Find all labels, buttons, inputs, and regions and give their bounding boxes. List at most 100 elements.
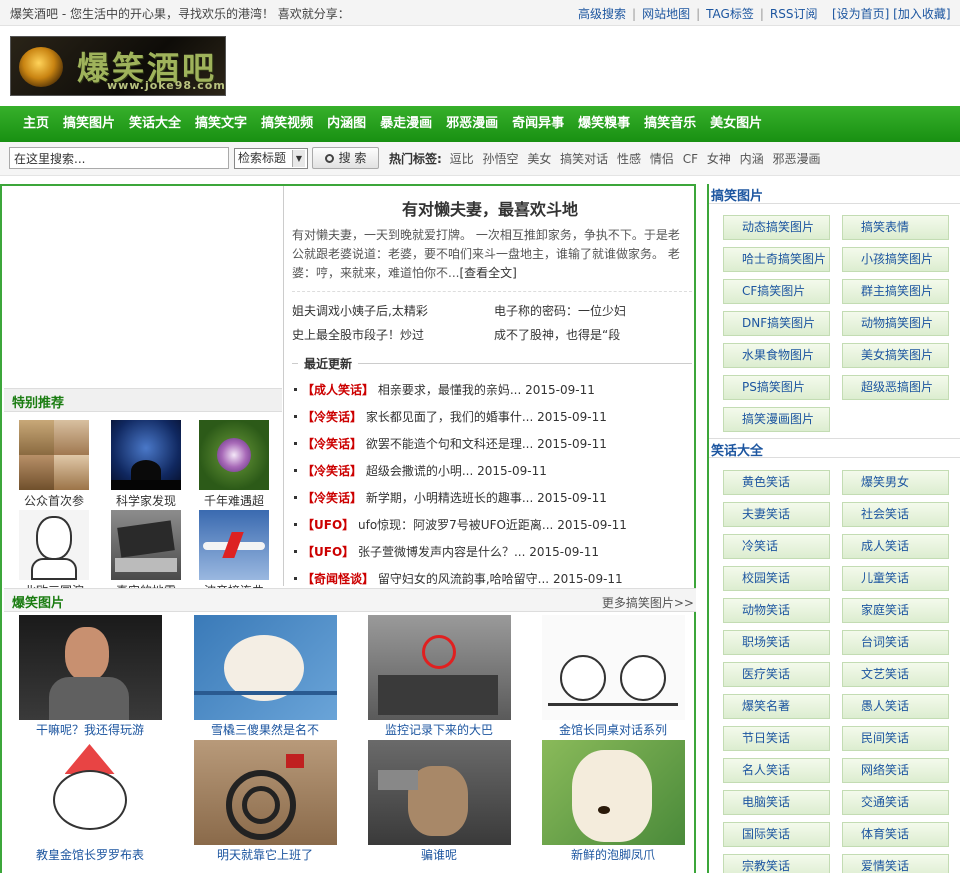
list-item[interactable]: 【成人笑话】 相亲要求，最懂我的亲妈... 2015-09-11	[294, 381, 595, 398]
sidebar-category-link[interactable]: 动态搞笑图片	[723, 215, 830, 240]
hot-tag[interactable]: 美女	[527, 152, 551, 166]
list-item-title: 张子萱微博发声内容是什么？...	[357, 545, 526, 559]
sidebar-category-link[interactable]: 家庭笑话	[842, 598, 949, 623]
funny-pic-item[interactable]: 教皇金馆长罗罗布表	[5, 740, 175, 863]
nav-item-embarrassing[interactable]: 爆笑糗事	[571, 106, 637, 142]
featured-thumb[interactable]: 公众首次参	[14, 420, 94, 509]
nav-item-oddities[interactable]: 奇闻异事	[505, 106, 571, 142]
joke-link[interactable]: 史上最全股市段子！炒过	[292, 326, 424, 343]
sidebar-category-link[interactable]: 动物搞笑图片	[842, 311, 949, 336]
feature-article-title[interactable]: 有对懒夫妻，最喜欢斗地	[292, 196, 688, 220]
list-item[interactable]: 【奇闻怪谈】 留守妇女的风流韵事,哈哈留守... 2015-09-11	[294, 570, 623, 587]
hot-tag[interactable]: 性感	[617, 152, 641, 166]
sidebar-category-link[interactable]: 名人笑话	[723, 758, 830, 783]
sidebar-category-link[interactable]: 节日笑话	[723, 726, 830, 751]
sidebar-category-link[interactable]: 超级恶搞图片	[842, 375, 949, 400]
funny-pic-item[interactable]: 新鲜的泡脚凤爪	[528, 740, 698, 863]
sidebar-category-link[interactable]: 美女搞笑图片	[842, 343, 949, 368]
hot-tag[interactable]: CF	[683, 152, 698, 166]
sidebar-category-link[interactable]: 成人笑话	[842, 534, 949, 559]
sidebar-category-link[interactable]: 职场笑话	[723, 630, 830, 655]
sidebar-category-link[interactable]: 群主搞笑图片	[842, 279, 949, 304]
sidebar-category-link[interactable]: 动物笑话	[723, 598, 830, 623]
sidebar-category-link[interactable]: 黄色笑话	[723, 470, 830, 495]
sidebar-category-link[interactable]: 台词笑话	[842, 630, 949, 655]
funny-pic-item[interactable]: 监控记录下来的大巴	[354, 615, 524, 738]
sidebar-category-link[interactable]: 网络笑话	[842, 758, 949, 783]
sidebar-category-link[interactable]: 水果食物图片	[723, 343, 830, 368]
nav-item-beauty[interactable]: 美女图片	[703, 106, 769, 142]
sidebar-category-link[interactable]: 哈士奇搞笑图片	[723, 247, 830, 272]
hot-tag[interactable]: 搞笑对话	[560, 152, 608, 166]
joke-link[interactable]: 姐夫调戏小姨子后,太精彩	[292, 302, 428, 319]
nav-item-rage-comics[interactable]: 暴走漫画	[373, 106, 439, 142]
funny-pic-item[interactable]: 金馆长同桌对话系列	[528, 615, 698, 738]
featured-thumb[interactable]: 千年难遇超	[194, 420, 274, 509]
tag-link[interactable]: TAG标签	[706, 7, 754, 21]
sidebar-category-link[interactable]: 社会笑话	[842, 502, 949, 527]
funny-pic-item[interactable]: 骗谁呢	[354, 740, 524, 863]
list-item[interactable]: 【冷笑话】 超级会撒谎的小明... 2015-09-11	[294, 462, 547, 479]
sidebar-category-link[interactable]: 冷笑话	[723, 534, 830, 559]
read-more-link[interactable]: [查看全文]	[459, 266, 516, 280]
hot-tag[interactable]: 逗比	[450, 152, 474, 166]
nav-item-funny-text[interactable]: 搞笑文字	[188, 106, 254, 142]
hot-tag[interactable]: 邪恶漫画	[773, 152, 821, 166]
sidebar-category-link[interactable]: 愚人笑话	[842, 694, 949, 719]
hot-tag[interactable]: 女神	[707, 152, 731, 166]
funny-pic-item[interactable]: 干嘛呢？我还得玩游	[5, 615, 175, 738]
home-fav-links[interactable]: [设为首页] [加入收藏]	[832, 5, 951, 22]
sidebar-category-link[interactable]: 体育笑话	[842, 822, 949, 847]
sidebar-category-link[interactable]: 电脑笑话	[723, 790, 830, 815]
hot-tag[interactable]: 情侣	[650, 152, 674, 166]
featured-thumb[interactable]: 北欧三国演	[14, 510, 94, 599]
list-item[interactable]: 【冷笑话】 新学期，小明精选班长的趣事... 2015-09-11	[294, 489, 607, 506]
search-scope-select[interactable]: 检索标题 ▼	[234, 148, 308, 169]
nav-item-neihan[interactable]: 内涵图	[320, 106, 373, 142]
sidebar-category-link[interactable]: 交通笑话	[842, 790, 949, 815]
list-item[interactable]: 【冷笑话】 欲罢不能造个句和文科还是理... 2015-09-11	[294, 435, 607, 452]
list-item[interactable]: 【UFO】 ufo惊现：阿波罗7号被UFO近距离... 2015-09-11	[294, 516, 627, 533]
nav-item-funny-pics[interactable]: 搞笑图片	[56, 106, 122, 142]
hot-tag[interactable]: 孙悟空	[482, 152, 518, 166]
sidebar-category-link[interactable]: 儿童笑话	[842, 566, 949, 591]
sidebar-category-link[interactable]: 宗教笑话	[723, 854, 830, 873]
sidebar-category-link[interactable]: 爆笑男女	[842, 470, 949, 495]
nav-item-music[interactable]: 搞笑音乐	[637, 106, 703, 142]
sidebar-category-link[interactable]: 国际笑话	[723, 822, 830, 847]
search-button[interactable]: 搜 索	[312, 147, 379, 169]
featured-thumb[interactable]: 波音接连曲	[194, 510, 274, 599]
sidebar-category-link[interactable]: DNF搞笑图片	[723, 311, 830, 336]
more-funny-pics-link[interactable]: 更多搞笑图片>>	[602, 594, 694, 611]
advanced-search-link[interactable]: 高级搜索	[578, 7, 626, 21]
joke-link[interactable]: 电子称的密码：一位少妇	[494, 302, 626, 319]
sidebar-category-link[interactable]: 文艺笑话	[842, 662, 949, 687]
sidebar-category-link[interactable]: 夫妻笑话	[723, 502, 830, 527]
hot-tag[interactable]: 内涵	[740, 152, 764, 166]
sidebar-category-link[interactable]: CF搞笑图片	[723, 279, 830, 304]
site-logo[interactable]: 爆笑酒吧 www.joke98.com	[10, 36, 226, 96]
sidebar-category-link[interactable]: PS搞笑图片	[723, 375, 830, 400]
sidebar-category-link[interactable]: 医疗笑话	[723, 662, 830, 687]
list-item[interactable]: 【UFO】 张子萱微博发声内容是什么？... 2015-09-11	[294, 543, 599, 560]
sidebar-category-link[interactable]: 爆笑名著	[723, 694, 830, 719]
nav-item-jokes[interactable]: 笑话大全	[122, 106, 188, 142]
sidebar-category-link[interactable]: 搞笑表情	[842, 215, 949, 240]
funny-pic-item[interactable]: 雪橇三傻果然是名不	[180, 615, 350, 738]
nav-item-evil-comics[interactable]: 邪恶漫画	[439, 106, 505, 142]
list-item[interactable]: 【冷笑话】 家长都见面了，我们的婚事什... 2015-09-11	[294, 408, 607, 425]
sidebar-category-link[interactable]: 校园笑话	[723, 566, 830, 591]
nav-item-funny-video[interactable]: 搞笑视频	[254, 106, 320, 142]
sidebar-category-link[interactable]: 小孩搞笑图片	[842, 247, 949, 272]
sidebar-category-link[interactable]: 爱情笑话	[842, 854, 949, 873]
funny-pic-item[interactable]: 明天就靠它上班了	[180, 740, 350, 863]
nav-item-home[interactable]: 主页	[16, 106, 56, 142]
search-input[interactable]	[9, 147, 229, 169]
rss-link[interactable]: RSS订阅	[770, 7, 818, 21]
joke-link[interactable]: 成不了股神，也得是“段	[494, 326, 620, 343]
sidebar-category-link[interactable]: 民间笑话	[842, 726, 949, 751]
featured-thumb[interactable]: 科学家发现	[106, 420, 186, 509]
sidebar-category-link[interactable]: 搞笑漫画图片	[723, 407, 830, 432]
sitemap-link[interactable]: 网站地图	[642, 7, 690, 21]
featured-thumb[interactable]: 真实的地震	[106, 510, 186, 599]
